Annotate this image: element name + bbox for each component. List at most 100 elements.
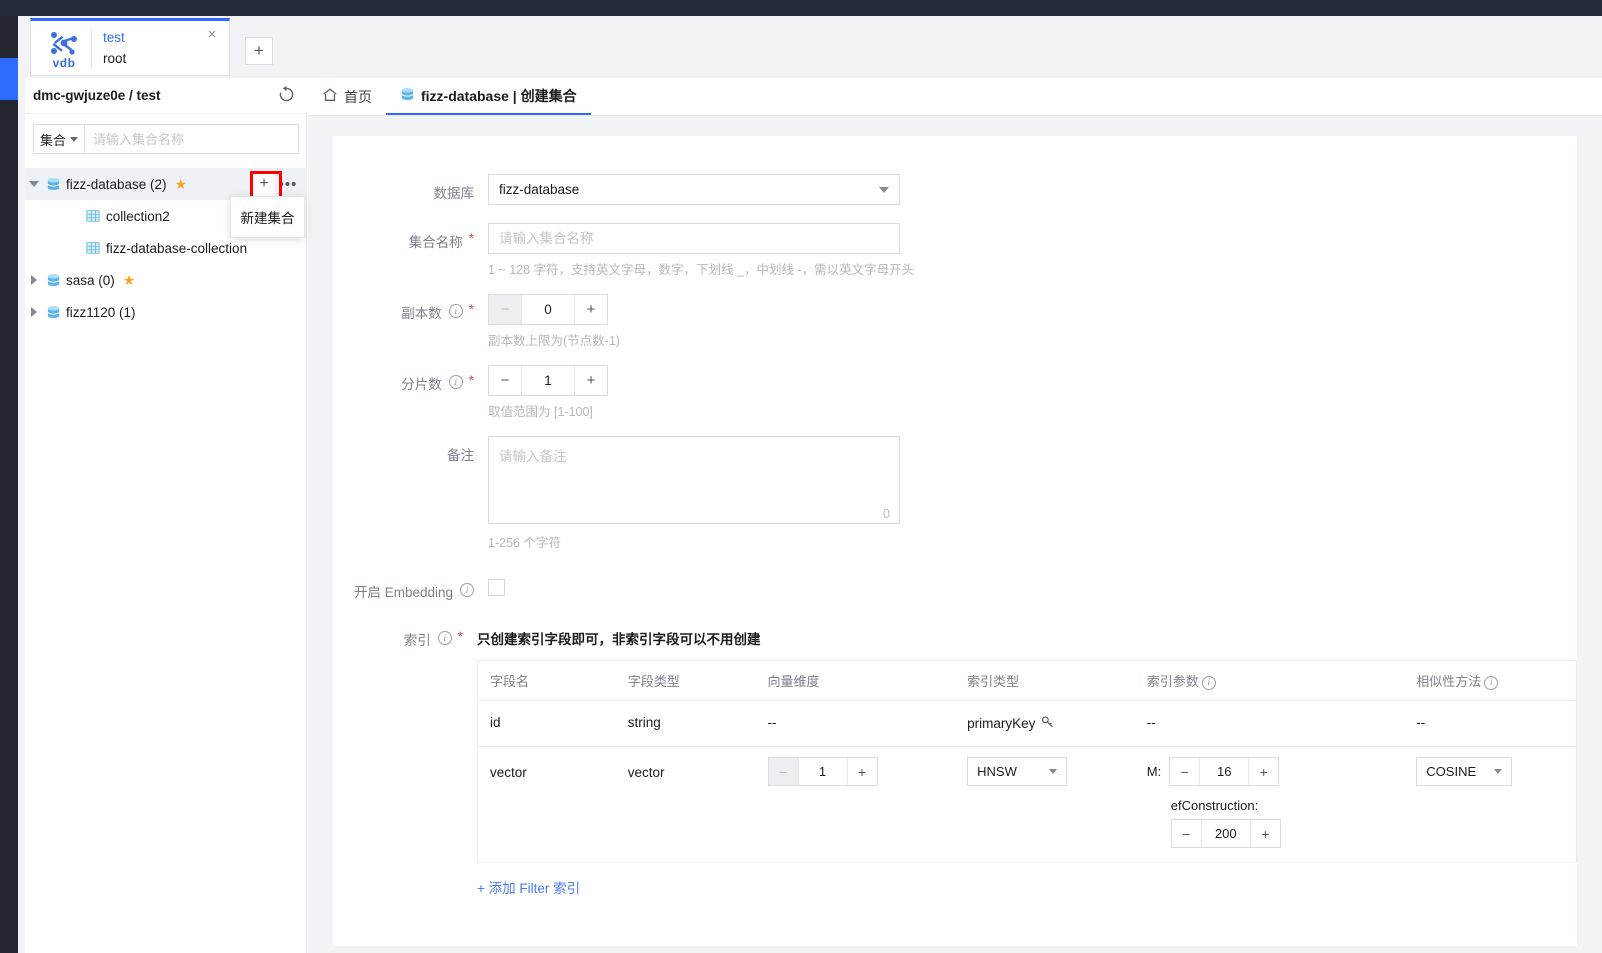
index-table-header: 字段名 字段类型 向量维度 索引类型 索引参数 i 相似性方法 i <box>478 661 1576 701</box>
param-m-increment-button[interactable]: + <box>1248 758 1279 785</box>
tree-label: fizz-database-collection <box>106 240 248 256</box>
info-icon[interactable]: i <box>1484 675 1499 690</box>
cell-field-type: string <box>627 715 661 730</box>
new-session-tab-button[interactable]: + <box>245 37 273 65</box>
chevron-down-icon <box>1494 769 1503 774</box>
similarity-select[interactable]: COSINE <box>1416 757 1513 786</box>
column-header-field-type: 字段类型 <box>627 674 680 689</box>
replicas-control: − 0 + 副本数上限为(节点数-1) <box>488 294 1577 349</box>
replicas-value[interactable]: 0 <box>522 295 574 324</box>
param-ef-decrement-button[interactable]: − <box>1171 820 1202 847</box>
param-m-decrement-button[interactable]: − <box>1170 758 1201 785</box>
remark-textarea[interactable] <box>488 436 900 524</box>
column-header-similarity: 相似性方法 i <box>1416 671 1576 690</box>
os-left-rail <box>0 16 18 953</box>
form-row-replicas: 副本数 i * − 0 + 副本数上限为(节点数-1) <box>333 294 1577 349</box>
more-options-icon[interactable]: ••• <box>277 172 299 196</box>
app-window: vdb test root × + dmc-gwjuze0e / test 集合 <box>25 16 1602 953</box>
index-table-row-id: id string -- primaryKey -- -- <box>478 701 1576 747</box>
cell-index-type-label: primaryKey <box>967 716 1036 731</box>
index-type-select[interactable]: HNSW <box>967 757 1068 786</box>
shards-decrement-button[interactable]: − <box>489 366 522 395</box>
tab-create-collection-label: fizz-database | 创建集合 <box>421 87 577 104</box>
database-icon <box>400 87 415 105</box>
column-header-index-params: 索引参数 i <box>1147 671 1417 690</box>
session-tab-name: test <box>103 30 125 45</box>
info-icon[interactable]: i <box>460 583 474 597</box>
tree-label: fizz1120 (1) <box>66 304 136 320</box>
required-mark: * <box>468 302 474 317</box>
session-tab-strip: vdb test root × + <box>25 16 1602 78</box>
cell-field-type: vector <box>627 765 665 780</box>
refresh-icon[interactable] <box>277 85 297 105</box>
remark-char-counter: 0 <box>883 507 890 521</box>
tab-create-collection[interactable]: fizz-database | 创建集合 <box>386 78 591 115</box>
dimension-increment-button[interactable]: + <box>846 758 877 785</box>
tree-row-database-fizz1120[interactable]: fizz1120 (1) <box>25 296 307 328</box>
info-icon[interactable]: i <box>437 631 452 645</box>
dimension-value[interactable]: 1 <box>799 758 847 785</box>
required-mark: * <box>457 629 463 644</box>
add-filter-index-link[interactable]: + 添加 Filter 索引 <box>477 877 580 897</box>
database-select[interactable]: fizz-database <box>488 174 900 205</box>
info-icon[interactable]: i <box>448 375 463 389</box>
param-m-label: M: <box>1146 764 1162 779</box>
tab-home[interactable]: 首页 <box>308 78 386 115</box>
shards-increment-button[interactable]: + <box>574 366 607 395</box>
tree-label: sasa (0) <box>66 272 115 288</box>
left-rail-gap <box>18 16 25 953</box>
param-m-value[interactable]: 16 <box>1200 758 1248 785</box>
label-collection-name: 集合名称 * <box>408 231 474 250</box>
form-row-index: 索引 i * 只创建索引字段即可，非索引字段可以不用创建 字段名 字段类型 向量… <box>333 621 1577 897</box>
expand-collapse-icon[interactable] <box>25 275 43 285</box>
collection-icon <box>83 241 103 255</box>
os-top-bar <box>0 0 1602 16</box>
session-tab-user: root <box>103 51 127 66</box>
collection-name-hint: 1 ~ 128 字符，支持英文字母，数字，下划线 _，中划线 -，需以英文字母开… <box>488 263 915 277</box>
tree-row-database-sasa[interactable]: sasa (0) ★ <box>25 264 307 296</box>
info-icon[interactable]: i <box>448 304 463 318</box>
dimension-stepper: − 1 + <box>767 757 878 786</box>
shards-value[interactable]: 1 <box>522 366 574 395</box>
param-m-row: M: − 16 + <box>1147 757 1417 786</box>
collection-name-control: 1 ~ 128 字符，支持英文字母，数字，下划线 _，中划线 -，需以英文字母开… <box>488 223 1577 278</box>
param-ef-value[interactable]: 200 <box>1202 820 1250 847</box>
main-content: 首页 fizz-database | 创建集合 数据库 fizz-databas… <box>308 78 1602 953</box>
session-tab-test[interactable]: vdb test root × <box>30 18 230 76</box>
replicas-increment-button[interactable]: + <box>574 295 607 324</box>
cell-index-params: -- <box>1146 715 1156 730</box>
column-header-field-name: 字段名 <box>490 674 530 689</box>
database-icon <box>43 273 63 288</box>
index-table-row-vector: vector vector − 1 + HNSW M: − 16 + efCon… <box>478 747 1576 863</box>
cell-similarity: COSINE <box>1416 757 1576 786</box>
favorite-star-icon[interactable]: ★ <box>123 272 136 289</box>
info-icon[interactable]: i <box>1201 675 1216 690</box>
add-collection-button[interactable]: + <box>253 172 275 196</box>
cell-index-params: M: − 16 + efConstruction: − 200 + <box>1147 757 1417 848</box>
similarity-value: COSINE <box>1426 764 1477 779</box>
collection-filter-row: 集合 <box>33 124 299 154</box>
replicas-decrement-button[interactable]: − <box>489 295 522 324</box>
form-row-collection-name: 集合名称* 1 ~ 128 字符，支持英文字母，数字，下划线 _，中划线 -，需… <box>333 223 1577 278</box>
collection-search-input[interactable] <box>85 124 299 154</box>
index-control: 只创建索引字段即可，非索引字段可以不用创建 字段名 字段类型 向量维度 索引类型… <box>477 621 1577 897</box>
collection-name-input[interactable] <box>488 223 900 254</box>
favorite-star-icon[interactable]: ★ <box>175 176 188 193</box>
home-icon <box>322 87 338 106</box>
expand-collapse-icon[interactable] <box>25 181 43 187</box>
param-ef-increment-button[interactable]: + <box>1249 820 1280 847</box>
filter-scope-select[interactable]: 集合 <box>33 124 85 154</box>
filter-scope-label: 集合 <box>39 132 66 148</box>
tree-label: fizz-database (2) <box>66 176 167 192</box>
dimension-decrement-button[interactable]: − <box>768 758 799 785</box>
label-database: 数据库 <box>433 186 475 201</box>
database-icon <box>43 177 63 192</box>
label-shards: 分片数 i * <box>401 373 474 392</box>
expand-collapse-icon[interactable] <box>25 307 43 317</box>
remark-hint: 1-256 个字符 <box>488 536 561 550</box>
chevron-down-icon <box>1049 769 1058 774</box>
session-tab-divider <box>91 29 92 69</box>
close-icon[interactable]: × <box>204 27 220 43</box>
embedding-checkbox[interactable] <box>488 579 505 596</box>
database-control: fizz-database <box>488 174 1577 205</box>
